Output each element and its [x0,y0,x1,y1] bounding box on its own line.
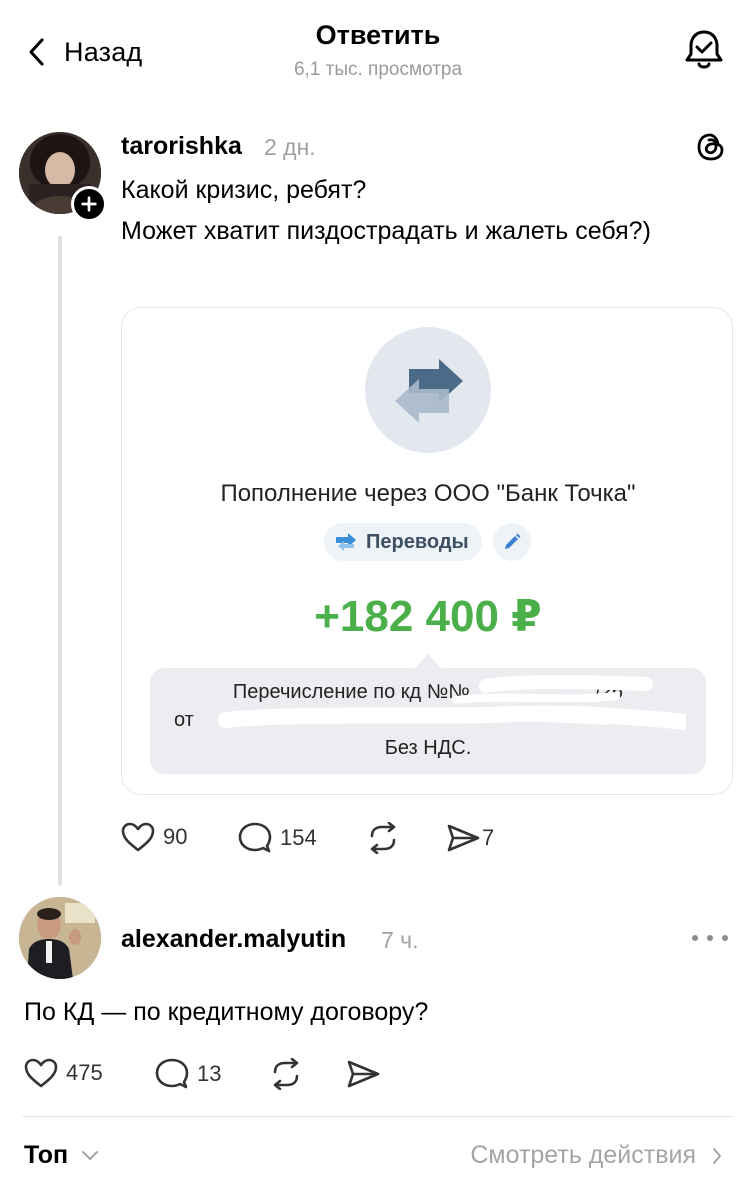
pencil-icon [505,533,521,549]
comment-icon [155,1058,189,1089]
back-button[interactable]: Назад [26,30,142,74]
redaction-scribble [218,675,686,730]
follow-plus-button[interactable] [71,186,107,222]
header-titles: Ответить 6,1 тыс. просмотра [178,20,578,81]
post-username[interactable]: tarorishka [121,132,242,161]
like-button[interactable]: 90 [121,822,187,852]
tooltip-arrow [414,654,442,669]
reply-count: 154 [280,825,317,850]
reply-button[interactable]: 154 [238,822,317,854]
repost-button[interactable] [366,822,400,854]
share-button[interactable]: 7 [446,822,494,854]
divider [22,1116,734,1117]
view-actions-label: Смотреть действия [470,1141,696,1169]
view-actions-link[interactable]: Смотреть действия [470,1141,724,1170]
plus-icon [81,196,97,212]
repost-button[interactable] [269,1058,303,1090]
page-title: Ответить [315,20,441,50]
post-text-line: Какой кризис, ребят? [121,176,367,204]
chevron-left-icon [29,38,44,66]
post-text: Какой кризис, ребят? Может хватит пиздос… [121,170,681,252]
views-count: 6,1 тыс. просмотра [293,59,463,80]
category-chip[interactable]: Переводы [324,523,482,561]
back-label: Назад [64,36,143,67]
avatar[interactable] [19,897,101,979]
user-photo [19,897,101,979]
transfer-icon-circle [365,327,491,453]
dot-icon [707,935,713,941]
heart-icon [24,1058,58,1088]
like-button[interactable]: 475 [24,1058,103,1088]
transaction-amount: +182 400 ₽ [314,592,542,641]
reply-text: По КД — по кредитному договору? [24,998,429,1026]
sort-dropdown[interactable]: Топ [24,1141,100,1170]
dot-icon [692,935,698,941]
transaction-title: Пополнение через ООО "Банк Точка" [220,480,636,507]
post-time: 2 дн. [264,134,316,160]
reply-button[interactable]: 13 [155,1058,221,1090]
thread-line [58,236,62,886]
transaction-card[interactable]: Пополнение через ООО "Банк Точка" Перево… [121,307,733,795]
more-options-button[interactable] [692,928,728,948]
transfer-arrows-icon [395,359,463,423]
like-count: 475 [66,1060,103,1085]
reply-count: 13 [197,1061,222,1086]
reply-time: 7 ч. [381,927,419,953]
send-icon [447,824,480,852]
threads-logo-icon[interactable] [694,130,728,164]
category-chip-label: Переводы [366,530,469,553]
notification-bell-icon[interactable] [680,26,728,74]
repost-icon [370,822,396,854]
sort-label: Топ [24,1141,69,1169]
send-icon [347,1060,380,1088]
header: Назад Ответить 6,1 тыс. просмотра [0,0,756,100]
chevron-down-icon [82,1150,99,1160]
edit-category-button[interactable] [493,523,531,561]
dot-icon [722,935,728,941]
heart-icon [121,822,155,852]
share-count: 7 [482,825,495,850]
transaction-description: Перечисление по кд №№ /26 от Без НДС. [150,668,706,774]
chevron-right-icon [713,1147,721,1164]
reply-username[interactable]: alexander.malyutin [121,925,346,954]
repost-icon [273,1058,299,1090]
transfer-chip-icon [336,533,356,551]
comment-icon [238,822,272,853]
like-count: 90 [163,824,188,849]
share-button[interactable] [346,1058,380,1090]
post-text-line: Может хватит пиздострадать и жалеть себя… [121,217,651,245]
